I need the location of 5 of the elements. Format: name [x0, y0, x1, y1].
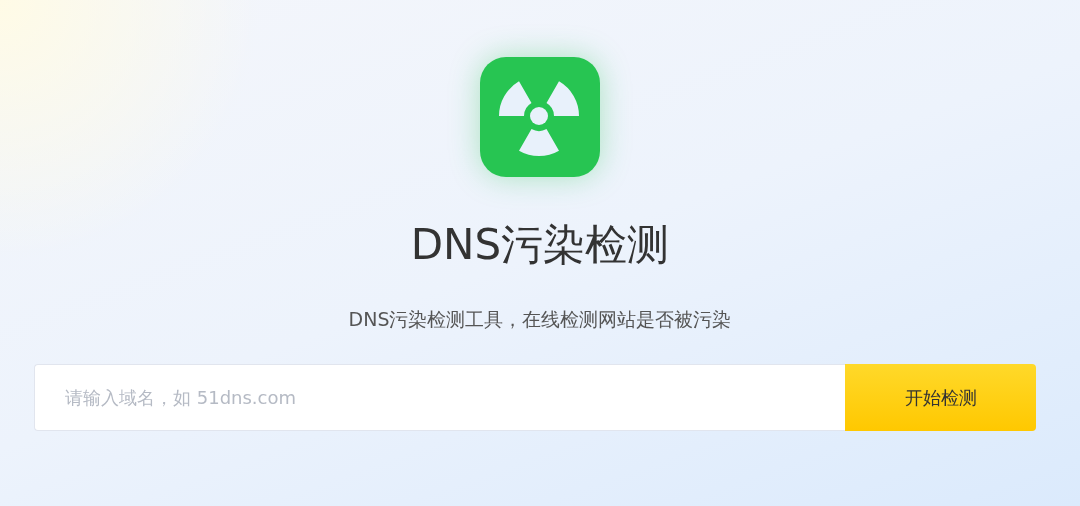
- start-check-button[interactable]: 开始检测: [845, 364, 1036, 431]
- app-logo-icon: [480, 57, 600, 177]
- page-title: DNS污染检测: [410, 221, 670, 269]
- page-subtitle: DNS污染检测工具，在线检测网站是否被污染: [348, 307, 732, 331]
- domain-input-field[interactable]: 请输入域名，如 51dns.com: [34, 364, 845, 431]
